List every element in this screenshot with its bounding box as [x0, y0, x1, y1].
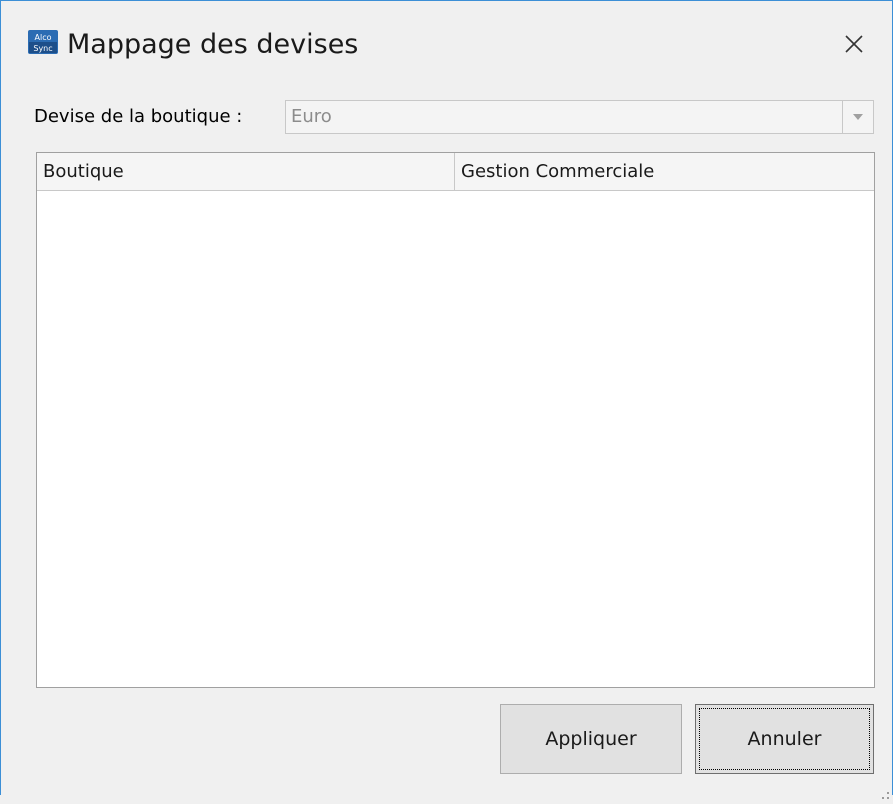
app-icon-text-top: Alco [35, 33, 52, 42]
chevron-down-icon [853, 114, 863, 120]
mapping-grid[interactable]: Boutique Gestion Commerciale [36, 152, 875, 688]
column-header-gestion-commerciale[interactable]: Gestion Commerciale [455, 153, 874, 190]
devise-dropdown-button[interactable] [842, 101, 873, 133]
app-icon-text-bottom: Sync [33, 44, 52, 53]
cancel-button[interactable]: Annuler [695, 704, 874, 774]
app-icon: Alco Sync [28, 30, 58, 54]
devise-label: Devise de la boutique : [34, 106, 243, 127]
devise-select[interactable]: Euro [285, 100, 874, 134]
apply-button-label: Appliquer [545, 728, 637, 750]
grid-body[interactable] [37, 191, 874, 687]
dialog-window: Alco Sync Mappage des devises Devise de … [0, 0, 893, 799]
column-header-boutique[interactable]: Boutique [37, 153, 455, 190]
resize-grip-icon[interactable] [882, 785, 890, 799]
apply-button[interactable]: Appliquer [500, 704, 682, 774]
window-title: Mappage des devises [67, 29, 359, 60]
title-bar: Alco Sync Mappage des devises [1, 1, 892, 77]
grid-header: Boutique Gestion Commerciale [37, 153, 874, 191]
devise-select-value: Euro [291, 106, 332, 127]
cancel-button-label: Annuler [747, 728, 822, 750]
close-icon[interactable] [837, 27, 871, 61]
